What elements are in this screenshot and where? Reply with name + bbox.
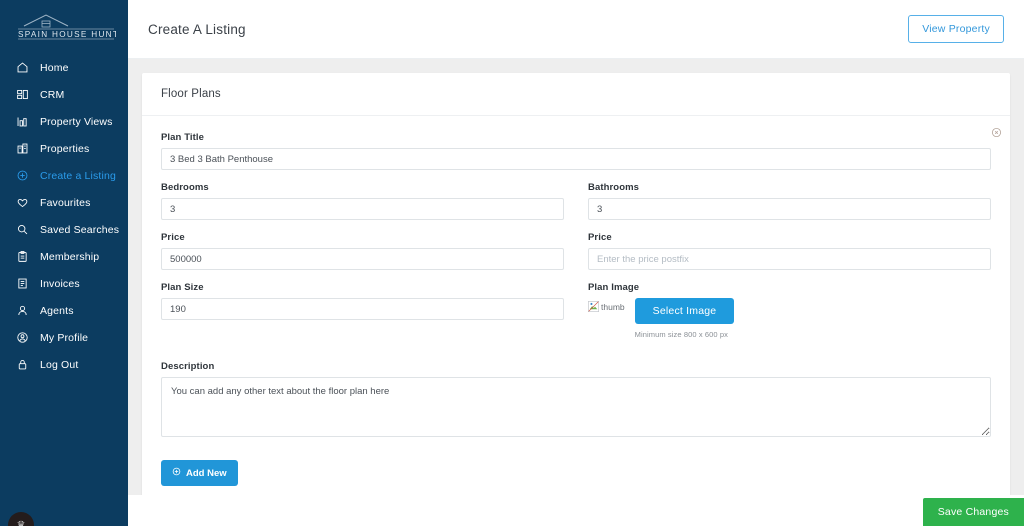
price-postfix-input[interactable] bbox=[588, 248, 991, 270]
sidebar-item-membership[interactable]: Membership bbox=[0, 243, 128, 270]
sidebar-item-label: Agents bbox=[40, 304, 74, 317]
heart-icon bbox=[16, 196, 29, 209]
sidebar-item-label: Membership bbox=[40, 250, 100, 263]
house-logo-icon: SPAIN HOUSE HUNTING bbox=[18, 14, 116, 40]
sidebar-item-my-profile[interactable]: My Profile bbox=[0, 324, 128, 351]
description-label: Description bbox=[161, 361, 215, 372]
broken-image-thumb: thumb bbox=[588, 298, 625, 312]
plan-size-input[interactable] bbox=[161, 298, 564, 320]
profile-circle-icon bbox=[16, 331, 29, 344]
building-icon bbox=[16, 142, 29, 155]
bathrooms-label: Bathrooms bbox=[588, 182, 640, 193]
price-input[interactable] bbox=[161, 248, 564, 270]
sidebar-item-label: Log Out bbox=[40, 358, 79, 371]
page-title: Create A Listing bbox=[148, 21, 246, 37]
home-icon bbox=[16, 61, 29, 74]
plan-size-label: Plan Size bbox=[161, 282, 204, 293]
avatar[interactable]: ♛ bbox=[8, 512, 34, 526]
add-new-button[interactable]: Add New bbox=[161, 460, 238, 486]
plan-image-field: Plan Image thumb Select Image Minimum si… bbox=[588, 282, 991, 339]
plan-size-col: Plan Size bbox=[161, 282, 564, 351]
logout-lock-icon bbox=[16, 358, 29, 371]
sidebar-item-create-a-listing[interactable]: Create a Listing bbox=[0, 162, 128, 189]
bedrooms-col: Bedrooms bbox=[161, 182, 564, 232]
sidebar: SPAIN HOUSE HUNTING Home CRM Prop bbox=[0, 0, 128, 526]
price-postfix-field: Price bbox=[588, 232, 991, 270]
user-icon bbox=[16, 304, 29, 317]
save-changes-button[interactable]: Save Changes bbox=[922, 498, 1024, 526]
price-row: Price Price bbox=[161, 232, 991, 282]
plan-image-col: Plan Image thumb Select Image Minimum si… bbox=[588, 282, 991, 351]
sidebar-item-agents[interactable]: Agents bbox=[0, 297, 128, 324]
sidebar-item-label: Property Views bbox=[40, 115, 113, 128]
invoice-icon bbox=[16, 277, 29, 290]
sidebar-item-favourites[interactable]: Favourites bbox=[0, 189, 128, 216]
floor-plans-card: Floor Plans Plan Title 3 Bed 3 Bath Pent… bbox=[142, 73, 1010, 508]
sidebar-item-label: CRM bbox=[40, 88, 65, 101]
sidebar-item-invoices[interactable]: Invoices bbox=[0, 270, 128, 297]
card-title: Floor Plans bbox=[142, 73, 1010, 116]
bedrooms-field: Bedrooms bbox=[161, 182, 564, 220]
clipboard-icon bbox=[16, 250, 29, 263]
sidebar-item-label: Favourites bbox=[40, 196, 91, 209]
sidebar-item-saved-searches[interactable]: Saved Searches bbox=[0, 216, 128, 243]
crm-grid-icon bbox=[16, 88, 29, 101]
sidebar-item-crm[interactable]: CRM bbox=[0, 81, 128, 108]
plan-title-field: Plan Title bbox=[161, 132, 991, 170]
plan-image-hint: Minimum size 800 x 600 px bbox=[634, 330, 728, 339]
avatar-glyph: ♛ bbox=[16, 519, 26, 526]
bathrooms-col: Bathrooms bbox=[588, 182, 991, 232]
brand-logo[interactable]: SPAIN HOUSE HUNTING bbox=[0, 0, 128, 48]
sidebar-item-label: Home bbox=[40, 61, 69, 74]
sidebar-item-label: My Profile bbox=[40, 331, 89, 344]
price-postfix-col: Price bbox=[588, 232, 991, 282]
topbar: Create A Listing View Property bbox=[128, 0, 1024, 59]
sidebar-item-home[interactable]: Home bbox=[0, 54, 128, 81]
plan-title-label: Plan Title bbox=[161, 132, 205, 143]
sidebar-item-log-out[interactable]: Log Out bbox=[0, 351, 128, 378]
bed-bath-row: Bedrooms Bathrooms bbox=[161, 182, 991, 232]
sidebar-item-label: Invoices bbox=[40, 277, 80, 290]
broken-image-alt-text: thumb bbox=[601, 301, 625, 312]
broken-image-icon bbox=[588, 301, 599, 312]
brand-text: SPAIN HOUSE HUNTING bbox=[18, 30, 116, 39]
plan-size-field: Plan Size bbox=[161, 282, 564, 320]
price-field: Price bbox=[161, 232, 564, 270]
plus-circle-icon bbox=[16, 169, 29, 182]
sidebar-item-label: Saved Searches bbox=[40, 223, 120, 236]
save-bar: Save Changes bbox=[128, 495, 1024, 526]
floor-plan-form: Plan Title Bedrooms bbox=[142, 116, 1010, 508]
app-root: SPAIN HOUSE HUNTING Home CRM Prop bbox=[0, 0, 1024, 526]
sidebar-item-label: Properties bbox=[40, 142, 90, 155]
close-circle-icon[interactable] bbox=[989, 125, 1003, 139]
select-image-button[interactable]: Select Image bbox=[634, 298, 735, 324]
content-area: Floor Plans Plan Title 3 Bed 3 Bath Pent… bbox=[128, 59, 1024, 526]
sidebar-item-label: Create a Listing bbox=[40, 169, 116, 182]
bathrooms-input[interactable] bbox=[588, 198, 991, 220]
add-new-label: Add New bbox=[186, 467, 227, 479]
description-field: Description bbox=[161, 361, 991, 442]
plansize-planimage-row: Plan Size Plan Image bbox=[161, 282, 991, 351]
bedrooms-label: Bedrooms bbox=[161, 182, 209, 193]
bar-chart-icon bbox=[16, 115, 29, 128]
main-area: Create A Listing View Property Floor Pla… bbox=[128, 0, 1024, 526]
price-postfix-label: Price bbox=[588, 232, 612, 243]
plan-title-input[interactable] bbox=[161, 148, 991, 170]
plan-image-controls: thumb Select Image Minimum size 800 x 60… bbox=[588, 298, 991, 339]
plan-image-label: Plan Image bbox=[588, 282, 640, 293]
price-label: Price bbox=[161, 232, 185, 243]
bathrooms-field: Bathrooms bbox=[588, 182, 991, 220]
plus-circle-icon bbox=[172, 467, 181, 479]
select-image-group: Select Image Minimum size 800 x 600 px bbox=[634, 298, 735, 339]
search-icon bbox=[16, 223, 29, 236]
sidebar-item-property-views[interactable]: Property Views bbox=[0, 108, 128, 135]
view-property-button[interactable]: View Property bbox=[908, 15, 1004, 43]
sidebar-item-properties[interactable]: Properties bbox=[0, 135, 128, 162]
description-textarea[interactable] bbox=[161, 377, 991, 437]
bedrooms-input[interactable] bbox=[161, 198, 564, 220]
price-col: Price bbox=[161, 232, 564, 282]
sidebar-nav: Home CRM Property Views Properties Creat… bbox=[0, 54, 128, 378]
